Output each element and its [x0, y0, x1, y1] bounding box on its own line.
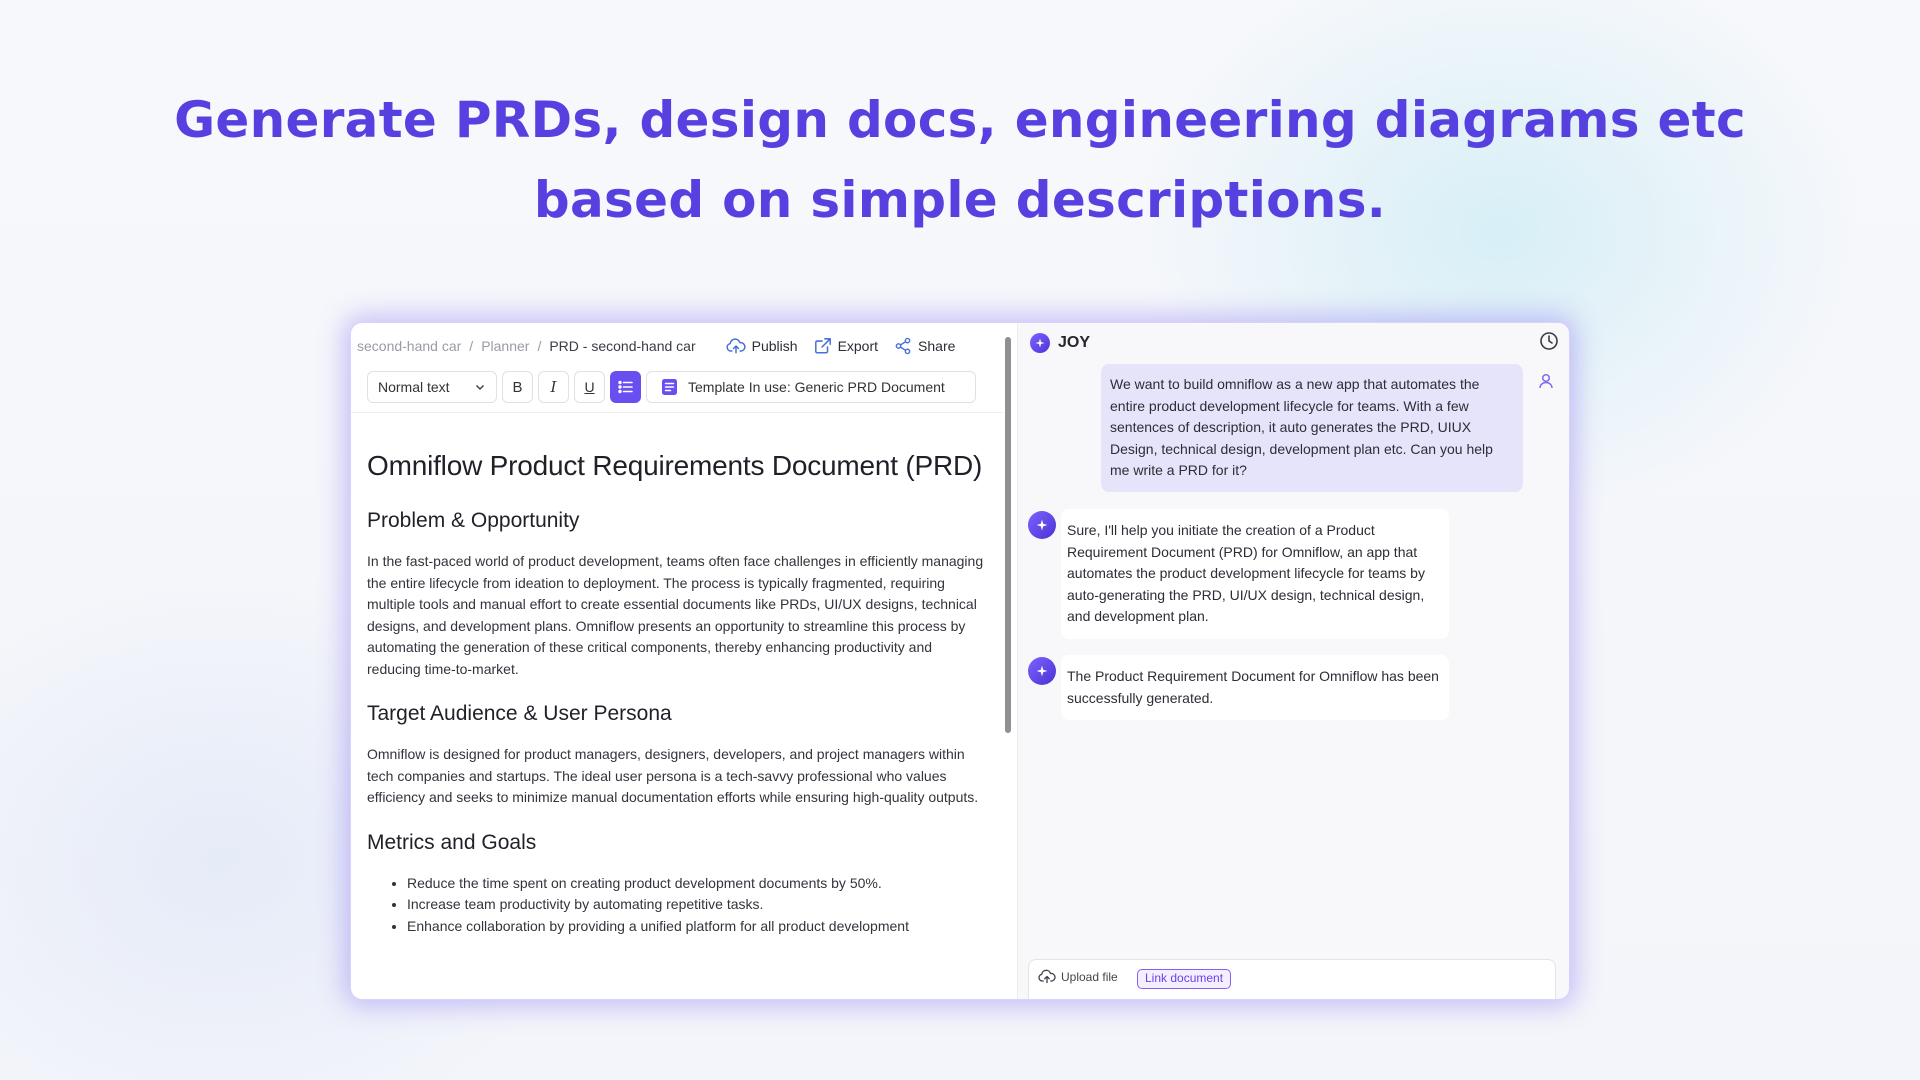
- document-template-icon: [662, 379, 677, 395]
- history-button[interactable]: [1539, 331, 1559, 356]
- breadcrumb-planner[interactable]: Planner: [481, 338, 529, 354]
- toolbar-divider: [351, 412, 1003, 413]
- user-icon: [1539, 373, 1553, 389]
- document-body[interactable]: Omniflow Product Requirements Document (…: [367, 445, 987, 937]
- metrics-list: Reduce the time spent on creating produc…: [367, 873, 987, 938]
- chat-panel: JOY We want to build omniflow as a new a…: [1018, 323, 1569, 999]
- export-icon: [814, 338, 831, 354]
- template-label: Template In use: Generic PRD Document: [688, 379, 945, 395]
- chat-composer[interactable]: Upload file Link document: [1028, 959, 1556, 999]
- section-paragraph: Omniflow is designed for product manager…: [367, 746, 979, 805]
- upload-file-label: Upload file: [1061, 969, 1118, 984]
- chevron-down-icon: [475, 384, 485, 391]
- headline: Generate PRDs, design docs, engineering …: [0, 80, 1920, 240]
- section-heading: Problem & Opportunity: [367, 509, 580, 532]
- section-paragraph: In the fast-paced world of product devel…: [367, 553, 984, 677]
- document-title: Omniflow Product Requirements Document (…: [367, 450, 983, 481]
- bullet-list-button[interactable]: [610, 371, 641, 403]
- format-toolbar: Normal text B I U Template In use: Gener…: [367, 371, 981, 403]
- clock-icon: [1540, 332, 1558, 350]
- share-label: Share: [918, 338, 956, 354]
- share-button[interactable]: Share: [894, 337, 955, 355]
- editor-actions: Publish Export Share: [710, 337, 955, 355]
- upload-file-button[interactable]: Upload file: [1038, 969, 1118, 984]
- bullet-list-icon: [617, 380, 633, 394]
- list-item: Enhance collaboration by providing a uni…: [407, 916, 987, 938]
- publish-label: Publish: [751, 338, 798, 354]
- headline-line-2: based on simple descriptions.: [533, 171, 1387, 229]
- user-avatar: [1539, 373, 1553, 394]
- section-heading: Metrics and Goals: [367, 830, 537, 854]
- share-icon: [895, 337, 911, 355]
- export-button[interactable]: Export: [814, 337, 878, 355]
- section-heading: Target Audience & User Persona: [367, 702, 672, 725]
- editor-scrollbar[interactable]: [1005, 337, 1011, 733]
- cloud-upload-icon: [1038, 969, 1056, 984]
- template-selector[interactable]: Template In use: Generic PRD Document: [646, 371, 976, 403]
- joy-logo-icon: [1030, 333, 1050, 353]
- bold-button[interactable]: B: [502, 371, 533, 403]
- underline-button[interactable]: U: [574, 371, 605, 403]
- link-document-button[interactable]: Link document: [1137, 969, 1232, 989]
- italic-button[interactable]: I: [538, 371, 569, 403]
- chat-header: JOY: [1030, 331, 1090, 355]
- breadcrumb-separator: /: [469, 338, 474, 354]
- user-message: We want to build omniflow as a new app t…: [1101, 364, 1523, 492]
- headline-line-1: Generate PRDs, design docs, engineering …: [174, 91, 1746, 149]
- export-label: Export: [837, 338, 879, 354]
- chat-title: JOY: [1058, 334, 1091, 351]
- assistant-message: Sure, I'll help you initiate the creatio…: [1061, 509, 1449, 639]
- assistant-avatar-icon: [1028, 511, 1056, 539]
- breadcrumb-separator: /: [537, 338, 542, 354]
- text-style-value: Normal text: [378, 379, 450, 395]
- breadcrumb-current-doc: PRD - second-hand car: [549, 338, 696, 354]
- cloud-upload-icon: [726, 338, 746, 354]
- app-window: second-hand car / Planner / PRD - second…: [350, 322, 1570, 1000]
- list-item: Reduce the time spent on creating produc…: [407, 873, 987, 895]
- text-style-dropdown[interactable]: Normal text: [367, 371, 497, 403]
- editor-topbar: second-hand car / Planner / PRD - second…: [357, 332, 995, 360]
- list-item: Increase team productivity by automating…: [407, 894, 987, 916]
- assistant-message: The Product Requirement Document for Omn…: [1061, 655, 1449, 720]
- breadcrumb-project[interactable]: second-hand car: [357, 338, 461, 354]
- publish-button[interactable]: Publish: [726, 337, 798, 355]
- assistant-avatar-icon: [1028, 657, 1056, 685]
- document-editor: second-hand car / Planner / PRD - second…: [351, 323, 1011, 999]
